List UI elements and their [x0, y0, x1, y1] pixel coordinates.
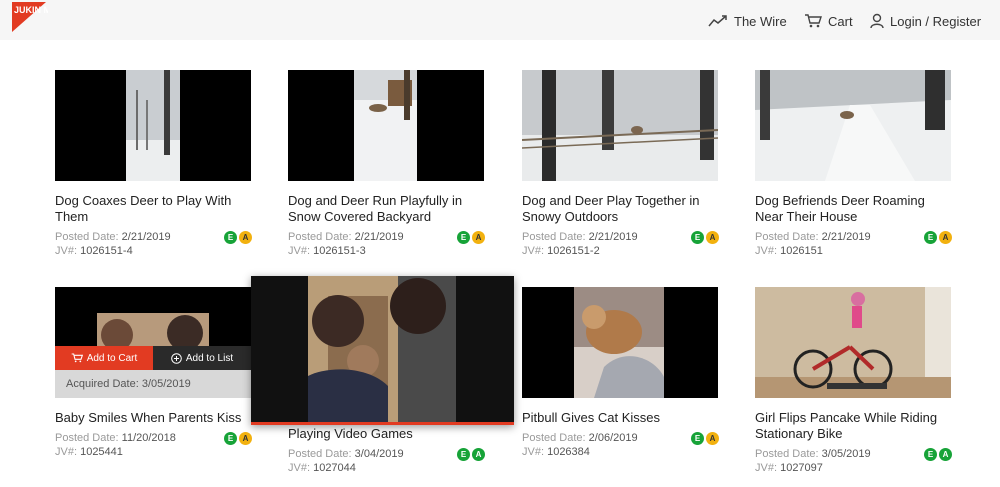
- add-to-list-button[interactable]: Add to List: [153, 346, 251, 370]
- video-title[interactable]: Baby Smiles When Parents Kiss: [55, 410, 251, 426]
- nav-the-wire[interactable]: The Wire: [708, 12, 787, 30]
- badge-a: A: [939, 231, 952, 244]
- posted-date: Posted Date: 2/21/2019: [55, 231, 171, 243]
- plus-circle-icon: [171, 352, 182, 364]
- jv-number: JV#: 1026151: [755, 245, 823, 257]
- jv-number: JV#: 1026151-4: [55, 245, 133, 257]
- add-to-list-label: Add to List: [185, 352, 234, 364]
- video-card[interactable]: Dog Befriends Deer Roaming Near Their Ho…: [755, 70, 952, 257]
- license-badges: EA: [691, 231, 719, 244]
- license-badges: EA: [691, 432, 719, 445]
- video-title[interactable]: Pitbull Gives Cat Kisses: [522, 410, 718, 426]
- badge-e: E: [691, 231, 704, 244]
- badge-e: E: [224, 432, 237, 445]
- license-badges: EA: [924, 448, 952, 461]
- badge-e: E: [457, 231, 470, 244]
- acquired-date: Acquired Date: 3/05/2019: [55, 370, 251, 398]
- badge-e: E: [691, 432, 704, 445]
- license-badges: EA: [924, 231, 952, 244]
- jv-number: JV#: 1026151-3: [288, 245, 366, 257]
- nav-cart[interactable]: Cart: [804, 12, 853, 30]
- video-card[interactable]: Dog and Deer Run Playfully in Snow Cover…: [288, 70, 485, 257]
- badge-a: A: [239, 432, 252, 445]
- license-badges: EA: [224, 432, 252, 445]
- preview-progress-bar: [251, 422, 514, 425]
- video-title[interactable]: Dog and Deer Play Together in Snowy Outd…: [522, 193, 718, 225]
- svg-text:JUKIN MEDIA: JUKIN MEDIA: [14, 5, 48, 15]
- posted-date: Posted Date: 11/20/2018: [55, 432, 176, 444]
- video-title[interactable]: Dog Befriends Deer Roaming Near Their Ho…: [755, 193, 951, 225]
- video-title[interactable]: Girl Flips Pancake While Riding Stationa…: [755, 410, 951, 442]
- video-card[interactable]: Pitbull Gives Cat Kisses Posted Date: 2/…: [522, 287, 719, 458]
- badge-a: A: [706, 231, 719, 244]
- video-thumbnail[interactable]: [755, 70, 951, 181]
- user-icon: [870, 13, 884, 29]
- video-thumbnail[interactable]: [522, 287, 718, 398]
- posted-date: Posted Date: 2/21/2019: [755, 231, 871, 243]
- nav-label: The Wire: [734, 13, 787, 29]
- video-title[interactable]: Dog Coaxes Deer to Play With Them: [55, 193, 251, 225]
- posted-date: Posted Date: 3/05/2019: [755, 448, 871, 460]
- badge-a: A: [472, 231, 485, 244]
- jv-number: JV#: 1025441: [55, 446, 123, 458]
- posted-date: Posted Date: 3/04/2019: [288, 448, 404, 460]
- top-bar: JUKIN MEDIA The Wire Cart Login / Regist…: [0, 0, 1000, 40]
- video-thumbnail[interactable]: Add to Cart Add to List Acquired Date: 3…: [55, 287, 251, 398]
- license-badges: EA: [457, 448, 485, 461]
- badge-a: A: [706, 432, 719, 445]
- badge-a: A: [472, 448, 485, 461]
- posted-date: Posted Date: 2/06/2019: [522, 432, 638, 444]
- video-card[interactable]: Dog and Deer Play Together in Snowy Outd…: [522, 70, 719, 257]
- video-thumbnail[interactable]: [55, 70, 251, 181]
- video-preview-popup[interactable]: [251, 276, 514, 425]
- jv-number: JV#: 1026384: [522, 446, 590, 458]
- nav-login-register[interactable]: Login / Register: [870, 12, 981, 30]
- nav-label: Login / Register: [890, 13, 982, 29]
- video-card[interactable]: Dog Coaxes Deer to Play With Them Posted…: [55, 70, 252, 257]
- video-card[interactable]: Add to Cart Add to List Acquired Date: 3…: [55, 287, 252, 458]
- license-badges: EA: [224, 231, 252, 244]
- jv-number: JV#: 1027097: [755, 462, 823, 474]
- jv-number: JV#: 1027044: [288, 462, 356, 474]
- add-to-cart-label: Add to Cart: [86, 352, 138, 364]
- cart-icon: [71, 353, 83, 363]
- add-to-cart-button[interactable]: Add to Cart: [55, 346, 153, 370]
- badge-a: A: [239, 231, 252, 244]
- video-card[interactable]: Girl Flips Pancake While Riding Stationa…: [755, 287, 952, 474]
- video-title[interactable]: Playing Video Games: [288, 426, 484, 442]
- video-thumbnail[interactable]: [288, 70, 484, 181]
- badge-e: E: [924, 448, 937, 461]
- jukin-logo[interactable]: JUKIN MEDIA: [12, 2, 73, 34]
- video-title[interactable]: Dog and Deer Run Playfully in Snow Cover…: [288, 193, 484, 225]
- jv-number: JV#: 1026151-2: [522, 245, 600, 257]
- badge-e: E: [924, 231, 937, 244]
- license-badges: EA: [457, 231, 485, 244]
- cart-icon: [805, 14, 822, 28]
- posted-date: Posted Date: 2/21/2019: [522, 231, 638, 243]
- badge-e: E: [224, 231, 237, 244]
- video-thumbnail[interactable]: [755, 287, 951, 398]
- trend-icon: [708, 15, 727, 27]
- posted-date: Posted Date: 2/21/2019: [288, 231, 404, 243]
- nav-label: Cart: [828, 13, 853, 29]
- badge-e: E: [457, 448, 470, 461]
- badge-a: A: [939, 448, 952, 461]
- video-thumbnail[interactable]: [522, 70, 718, 181]
